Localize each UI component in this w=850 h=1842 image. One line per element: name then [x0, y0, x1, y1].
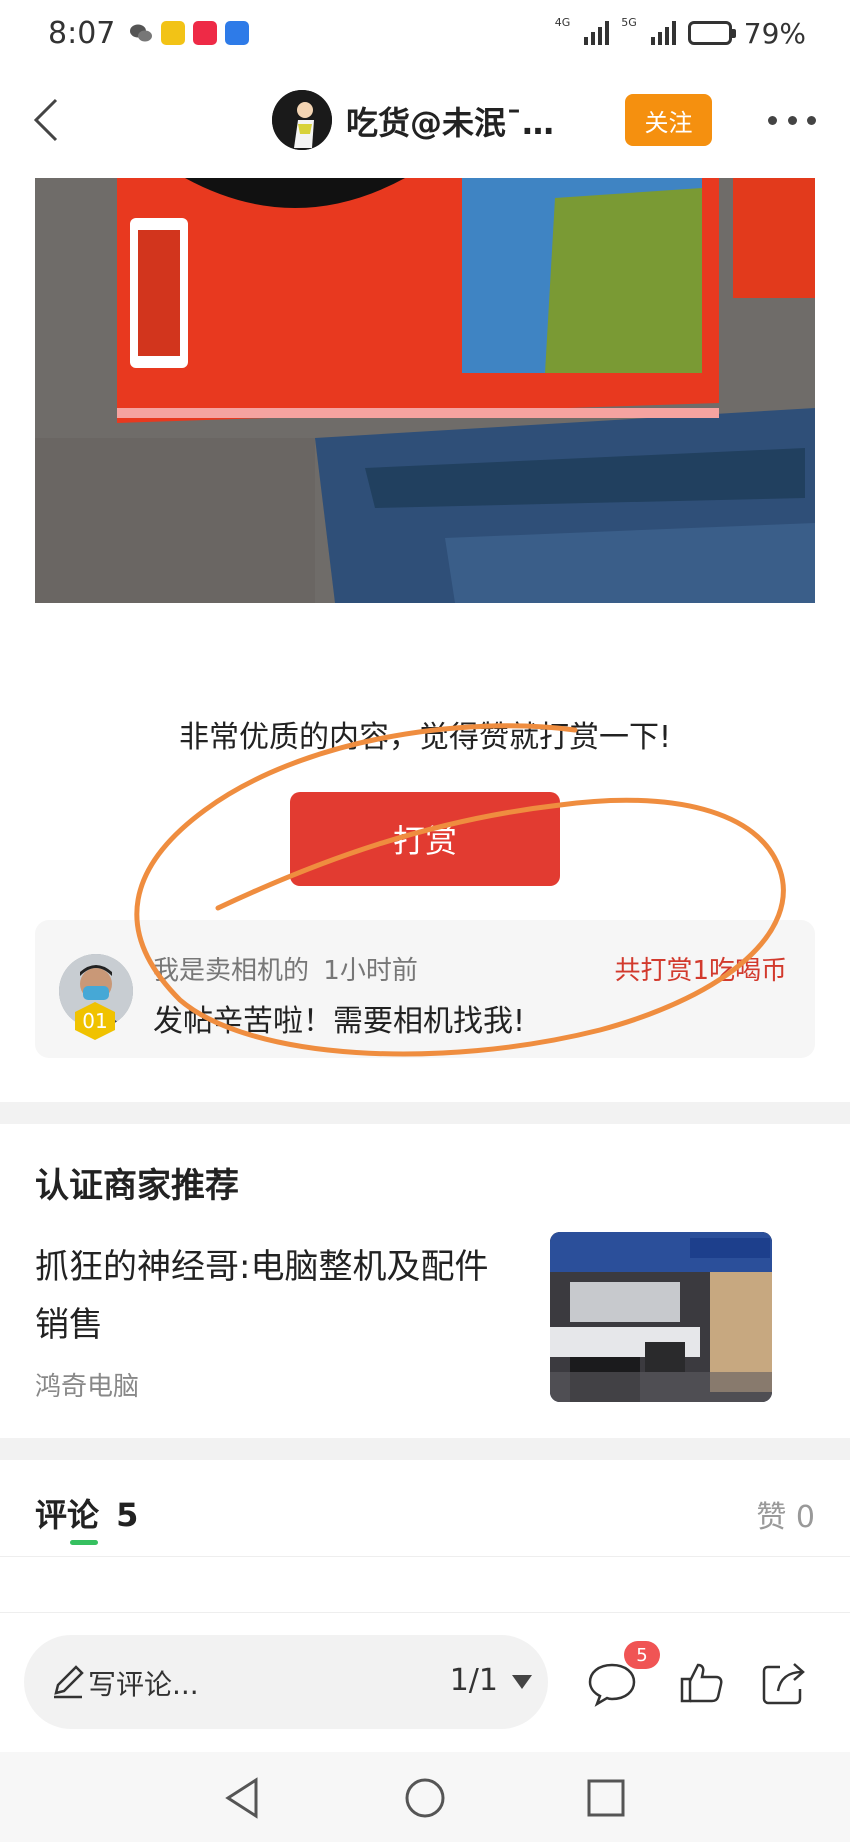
battery-icon — [687, 21, 736, 45]
alarm-app-icon — [225, 21, 250, 45]
more-button[interactable] — [768, 100, 816, 140]
likes-tab[interactable]: 赞 0 — [756, 1492, 815, 1536]
reward-button[interactable]: 打赏 — [290, 792, 560, 886]
pencil-icon — [54, 1665, 84, 1699]
battery-percent: 79% — [743, 16, 806, 50]
rank-badge: 01 — [75, 1002, 115, 1040]
comment-count-badge: 5 — [624, 1641, 660, 1669]
author-avatar[interactable] — [272, 90, 332, 150]
tip-message: 发帖辛苦啦！需要相机找我! — [153, 1004, 526, 1039]
nav-recents-button[interactable] — [582, 1774, 630, 1822]
network-label-5g: 5G — [621, 15, 637, 29]
bottom-toolbar: 写评论... 1/1 5 — [0, 1612, 850, 1750]
tip-time: 1小时前 — [323, 956, 418, 986]
like-button[interactable] — [676, 1657, 728, 1709]
merchant-post-title[interactable]: 抓狂的神经哥:电脑整机及配件销售 — [35, 1238, 515, 1354]
nav-home-button[interactable] — [401, 1774, 449, 1822]
caret-down-icon[interactable] — [512, 1675, 532, 1689]
back-arrow-icon — [33, 98, 58, 142]
more-dots-icon — [768, 115, 777, 125]
status-time: 8:07 — [48, 15, 116, 51]
nav-back-button[interactable] — [220, 1774, 268, 1822]
section-divider — [0, 1102, 850, 1124]
signal-icon — [650, 21, 676, 45]
nav-back-icon — [225, 1777, 258, 1819]
system-nav-bar — [0, 1752, 850, 1842]
merchant-image-content — [550, 1232, 772, 1402]
comments-tab-indicator — [70, 1540, 98, 1545]
top-nav-bar: 吃货@未泯ˉ… 关注 — [0, 78, 850, 162]
comments-label: 评论 — [35, 1496, 100, 1534]
app-notification-icon — [161, 21, 186, 45]
merchant-section-title: 认证商家推荐 — [35, 1166, 239, 1206]
share-icon — [762, 1663, 805, 1705]
section-divider — [0, 1438, 850, 1460]
more-dot — [807, 115, 816, 125]
tip-amount: 共打赏1吃喝币 — [614, 956, 787, 986]
back-button[interactable] — [20, 92, 76, 148]
reward-prompt: 非常优质的内容，觉得赞就打赏一下! — [178, 720, 672, 755]
nav-recents-icon — [587, 1779, 625, 1817]
thumbs-up-icon — [680, 1663, 723, 1703]
wechat-icon — [129, 21, 153, 45]
follow-button[interactable]: 关注 — [625, 94, 712, 146]
comments-count: 5 — [116, 1496, 139, 1534]
comments-divider — [0, 1556, 850, 1557]
merchant-shop-name[interactable]: 鸿奇电脑 — [35, 1366, 139, 1403]
status-bar: 8:07 4G 5G 79% — [0, 0, 850, 66]
network-label-4g: 4G — [554, 15, 571, 29]
notification-icons — [129, 21, 250, 45]
page-indicator[interactable]: 1/1 — [450, 1663, 498, 1698]
post-image[interactable] — [35, 178, 815, 603]
author-name[interactable]: 吃货@未泯ˉ… — [346, 98, 586, 144]
post-detail-screen: 8:07 4G 5G 79% 吃货@未泯ˉ… 关注 非常优质的内容，觉得赞就打赏… — [0, 0, 850, 1842]
tip-record-card: 01 我是卖相机的 1小时前 共打赏1吃喝币 发帖辛苦啦！需要相机找我! — [35, 920, 815, 1058]
signal-icon — [584, 21, 610, 45]
comments-tab[interactable]: 评论 5 — [35, 1490, 138, 1536]
post-image-content — [35, 178, 815, 603]
share-button[interactable] — [758, 1657, 810, 1709]
tipper-name[interactable]: 我是卖相机的 — [153, 956, 309, 986]
more-dot — [787, 115, 797, 125]
tipper-meta: 我是卖相机的 1小时前 — [153, 950, 418, 987]
status-right: 4G 5G 79% — [555, 17, 806, 50]
write-comment-input[interactable]: 写评论... 1/1 — [24, 1635, 548, 1729]
comment-placeholder: 写评论... — [88, 1668, 199, 1701]
xiaohongshu-icon — [193, 21, 218, 45]
rank-number: 01 — [82, 1009, 108, 1033]
merchant-image[interactable] — [550, 1232, 772, 1402]
nav-home-icon — [405, 1778, 445, 1818]
